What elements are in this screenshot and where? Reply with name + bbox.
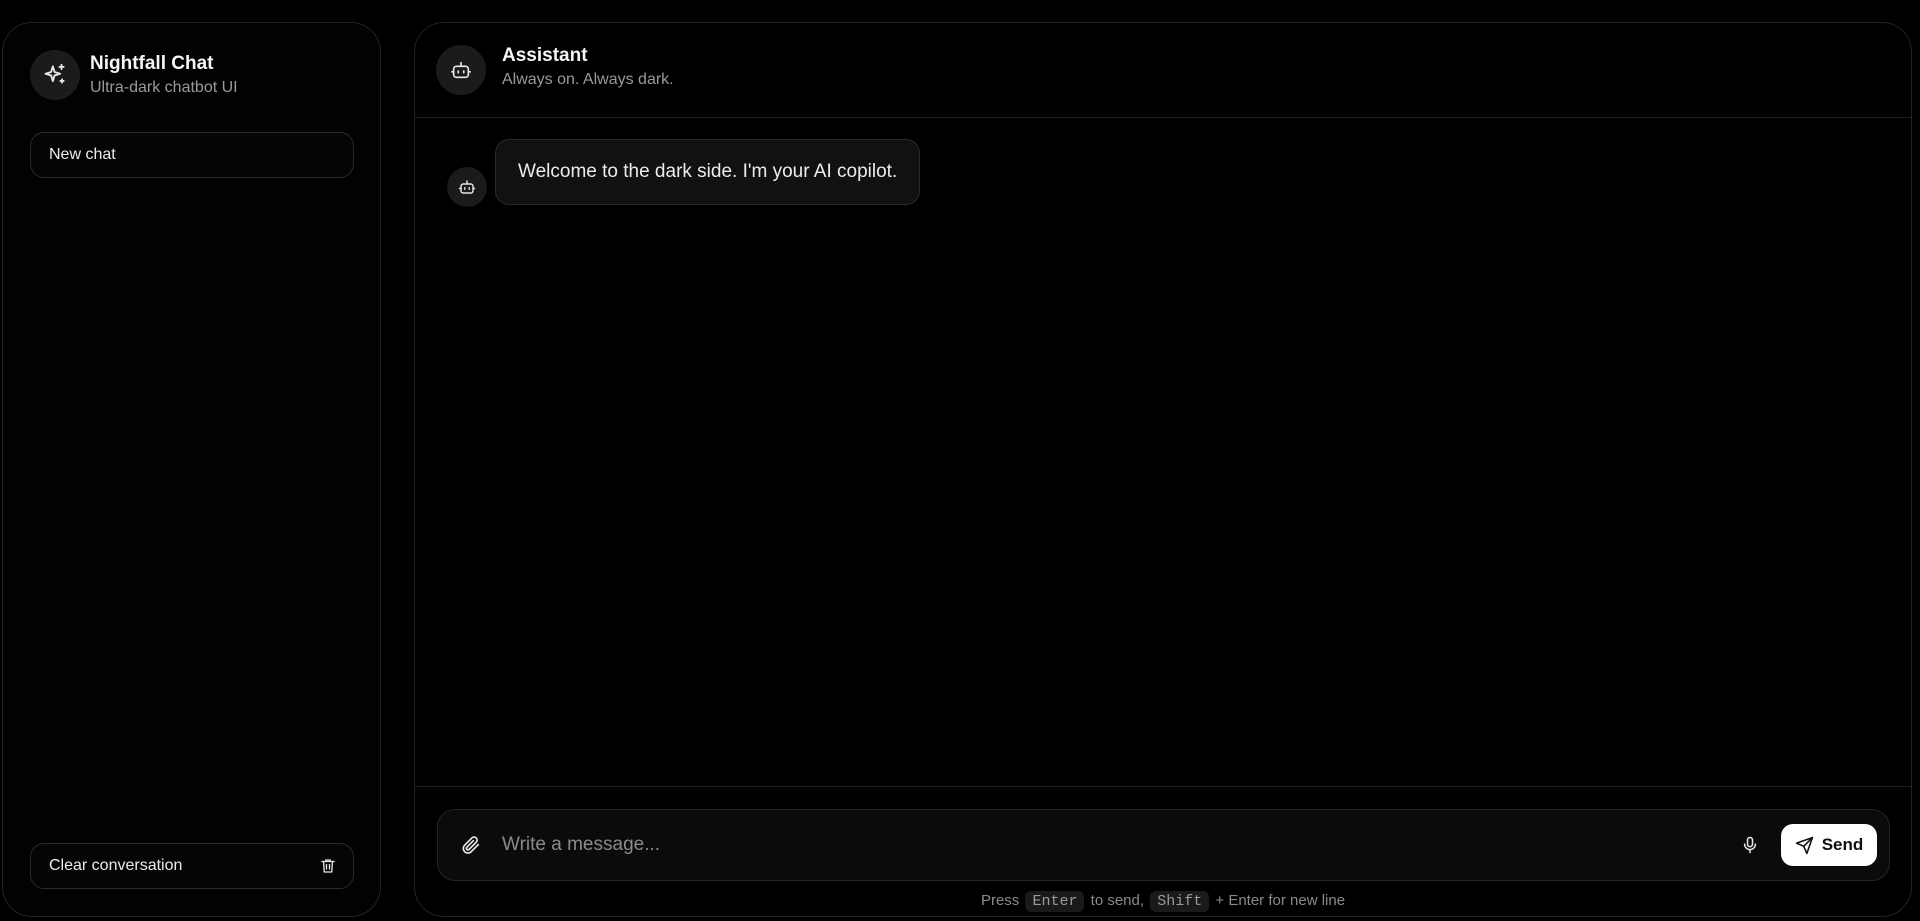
app: Nightfall Chat Ultra-dark chatbot UI New…	[0, 0, 1920, 921]
hint-press: Press	[980, 892, 1020, 909]
header-text: Assistant Always on. Always dark.	[502, 44, 674, 91]
bot-avatar-icon	[447, 167, 487, 207]
chat-subtitle: Always on. Always dark.	[502, 71, 674, 88]
chat-panel: Assistant Always on. Always dark. Welcom…	[414, 22, 1912, 917]
composer-area: Send Press Enter to send, Shift + Enter …	[415, 786, 1911, 916]
chat-header: Assistant Always on. Always dark.	[415, 23, 1911, 118]
brand-text: Nightfall Chat Ultra-dark chatbot UI	[90, 52, 238, 99]
new-chat-button[interactable]: New chat	[30, 132, 354, 178]
message-input[interactable]	[502, 825, 1731, 865]
brand-title: Nightfall Chat	[90, 52, 214, 74]
brand-subtitle: Ultra-dark chatbot UI	[90, 78, 238, 96]
message-bubble: Welcome to the dark side. I'm your AI co…	[495, 139, 921, 205]
brand: Nightfall Chat Ultra-dark chatbot UI	[30, 50, 238, 100]
paperclip-icon[interactable]	[452, 826, 490, 864]
microphone-icon[interactable]	[1731, 826, 1769, 864]
shift-key-badge: Shift	[1150, 891, 1210, 912]
trash-icon	[319, 857, 337, 875]
hint-to-send: to send,	[1090, 892, 1145, 909]
keyboard-hint: Press Enter to send, Shift + Enter for n…	[415, 891, 1911, 912]
assistant-message: Welcome to the dark side. I'm your AI co…	[447, 139, 921, 207]
clear-conversation-label: Clear conversation	[49, 857, 183, 874]
chat-title: Assistant	[502, 45, 588, 66]
send-icon	[1795, 836, 1814, 855]
enter-key-badge: Enter	[1025, 891, 1085, 912]
hint-newline: + Enter for new line	[1215, 892, 1346, 909]
message-list: Welcome to the dark side. I'm your AI co…	[415, 119, 1911, 786]
send-button[interactable]: Send	[1781, 824, 1877, 866]
sparkles-icon	[30, 50, 80, 100]
bot-icon	[436, 45, 486, 95]
sidebar: Nightfall Chat Ultra-dark chatbot UI New…	[2, 22, 381, 917]
composer: Send	[437, 809, 1890, 881]
new-chat-label: New chat	[49, 146, 116, 163]
clear-conversation-button[interactable]: Clear conversation	[30, 843, 354, 889]
send-label: Send	[1821, 835, 1864, 854]
